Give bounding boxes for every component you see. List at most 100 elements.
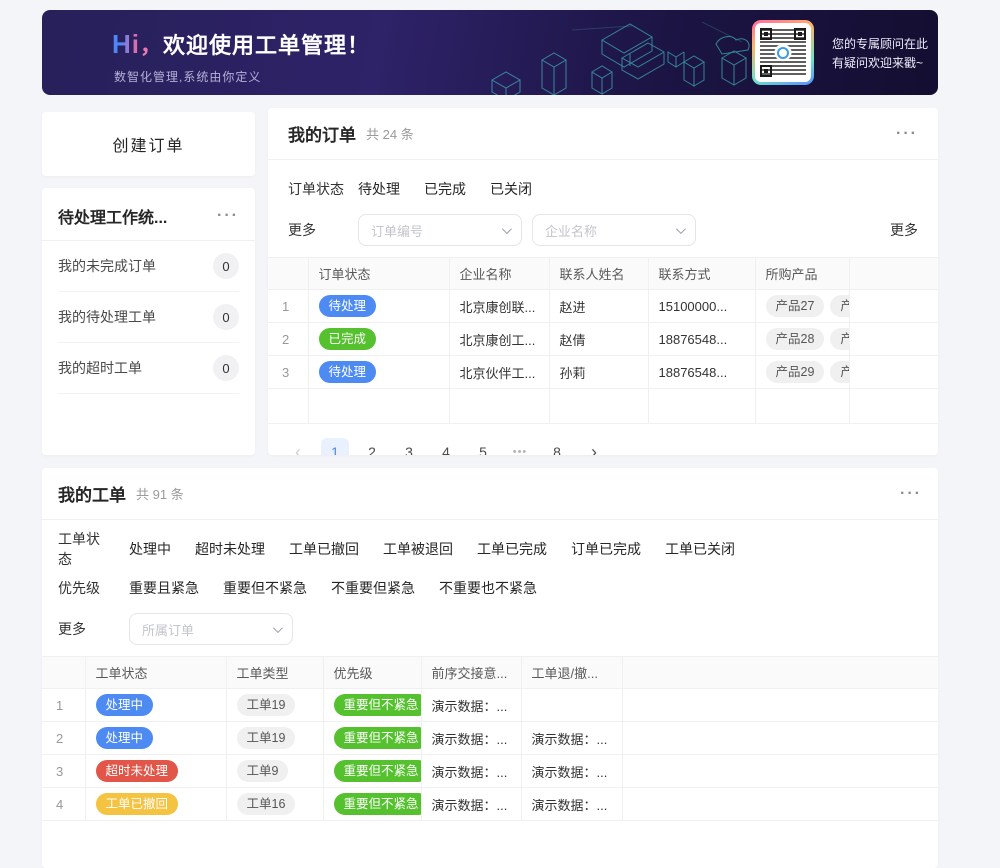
prev-page-icon[interactable]: ‹ bbox=[284, 438, 312, 455]
sidebar-item-pending-tickets[interactable]: 我的待处理工单 0 bbox=[58, 292, 239, 343]
orders-table-header-row: 订单状态 企业名称 联系人姓名 联系方式 所购产品 bbox=[268, 258, 938, 290]
chevron-down-icon bbox=[502, 224, 512, 234]
col-priority: 优先级 bbox=[323, 657, 421, 689]
priority-not-important-not-urgent[interactable]: 不重要也不紧急 bbox=[439, 578, 537, 598]
filter-option-processing[interactable]: 处理中 bbox=[129, 539, 171, 559]
qr-caption-line2: 有疑问欢迎来戳~ bbox=[832, 54, 928, 73]
col-ticket-type: 工单类型 bbox=[226, 657, 323, 689]
status-badge: 工单已撤回 bbox=[96, 793, 179, 815]
table-row[interactable]: 4 工单已撤回 工单16 重要但不紧急 演示数据：... 演示数据：... bbox=[42, 788, 938, 821]
more-filter-label: 更多 bbox=[288, 220, 350, 240]
priority-not-important-urgent[interactable]: 不重要但紧急 bbox=[331, 578, 415, 598]
count-badge: 0 bbox=[213, 253, 239, 279]
stat-label: 我的待处理工单 bbox=[58, 307, 156, 327]
row-index: 1 bbox=[42, 689, 85, 722]
banner-title: Hi，欢迎使用工单管理！ bbox=[112, 28, 370, 60]
more-icon[interactable] bbox=[900, 489, 922, 499]
my-orders-panel: 我的订单 共 24 条 订单状态 待处理 已完成 已关闭 更多 订单编号 企业名… bbox=[268, 108, 938, 455]
filter-option-withdrawn[interactable]: 工单已撤回 bbox=[289, 539, 359, 559]
table-row[interactable]: 1 待处理 北京康创联... 赵进 15100000... 产品27产品... bbox=[268, 290, 938, 323]
priority-filter-label: 优先级 bbox=[58, 578, 113, 598]
status-badge: 待处理 bbox=[319, 295, 377, 317]
filter-option-pending[interactable]: 待处理 bbox=[358, 179, 400, 199]
orders-more-link[interactable]: 更多 bbox=[890, 220, 918, 240]
table-row[interactable]: 2 处理中 工单19 重要但不紧急 演示数据：... 演示数据：... bbox=[42, 722, 938, 755]
orders-count: 共 24 条 bbox=[366, 124, 414, 143]
ticket-type-badge: 工单16 bbox=[237, 793, 296, 815]
phone-cell: 15100000... bbox=[648, 290, 755, 323]
count-badge: 0 bbox=[213, 304, 239, 330]
banner-subtitle: 数智化管理,系统由你定义 bbox=[114, 68, 261, 85]
page-button-5[interactable]: 5 bbox=[469, 438, 497, 455]
product-badge: 产品... bbox=[830, 361, 849, 383]
row-index: 3 bbox=[268, 356, 308, 389]
row-index: 3 bbox=[42, 755, 85, 788]
tickets-count: 共 91 条 bbox=[136, 484, 184, 503]
banner-hi-text: Hi bbox=[112, 29, 140, 59]
sidebar-item-unfinished-orders[interactable]: 我的未完成订单 0 bbox=[58, 241, 239, 292]
row-index: 1 bbox=[268, 290, 308, 323]
count-badge: 0 bbox=[213, 355, 239, 381]
company-name-select[interactable]: 企业名称 bbox=[532, 214, 696, 246]
col-ticket-status: 工单状态 bbox=[85, 657, 226, 689]
page-button-8[interactable]: 8 bbox=[543, 438, 571, 455]
page-ellipsis-icon[interactable]: ••• bbox=[506, 438, 534, 455]
stat-label: 我的超时工单 bbox=[58, 358, 142, 378]
filter-option-completed[interactable]: 已完成 bbox=[424, 179, 466, 199]
phone-cell: 18876548... bbox=[648, 323, 755, 356]
handover-cell: 演示数据：... bbox=[421, 788, 521, 821]
status-badge: 超时未处理 bbox=[96, 760, 179, 782]
parent-order-select[interactable]: 所属订单 bbox=[129, 613, 293, 645]
workorder-dashboard: { "banner": { "greeting_highlight": "Hi"… bbox=[0, 0, 1000, 800]
contact-cell: 赵进 bbox=[549, 290, 648, 323]
phone-cell: 18876548... bbox=[648, 356, 755, 389]
next-page-icon[interactable]: › bbox=[580, 438, 608, 455]
qr-code-pattern bbox=[755, 23, 811, 82]
tickets-table: 工单状态 工单类型 优先级 前序交接意... 工单退/撤... 1 处理中 工单… bbox=[42, 656, 938, 821]
col-contact: 联系人姓名 bbox=[549, 258, 648, 290]
filter-option-ticket-done[interactable]: 工单已完成 bbox=[477, 539, 547, 559]
page-button-2[interactable]: 2 bbox=[358, 438, 386, 455]
chevron-down-icon bbox=[676, 224, 686, 234]
more-icon[interactable] bbox=[896, 129, 918, 139]
product-badge: 产品27 bbox=[766, 295, 825, 317]
status-badge: 已完成 bbox=[319, 328, 377, 350]
filter-option-order-done[interactable]: 订单已完成 bbox=[571, 539, 641, 559]
create-order-button[interactable]: 创建订单 bbox=[42, 112, 255, 176]
more-icon[interactable] bbox=[217, 211, 239, 221]
status-badge: 处理中 bbox=[96, 694, 154, 716]
orders-table: 订单状态 企业名称 联系人姓名 联系方式 所购产品 1 待处理 北京康创联...… bbox=[268, 257, 938, 424]
ticket-status-filter-label: 工单状态 bbox=[58, 529, 113, 569]
row-index: 4 bbox=[42, 788, 85, 821]
filter-option-ticket-closed[interactable]: 工单已关闭 bbox=[665, 539, 735, 559]
status-badge: 待处理 bbox=[319, 361, 377, 383]
order-number-select[interactable]: 订单编号 bbox=[358, 214, 522, 246]
page-button-4[interactable]: 4 bbox=[432, 438, 460, 455]
page-button-1[interactable]: 1 bbox=[321, 438, 349, 455]
filter-option-overtime[interactable]: 超时未处理 bbox=[195, 539, 265, 559]
more-filter-label: 更多 bbox=[58, 619, 113, 639]
table-row[interactable]: 1 处理中 工单19 重要但不紧急 演示数据：... bbox=[42, 689, 938, 722]
page-button-3[interactable]: 3 bbox=[395, 438, 423, 455]
orders-pagination: ‹ 1 2 3 4 5 ••• 8 › bbox=[268, 424, 938, 455]
filter-option-closed[interactable]: 已关闭 bbox=[490, 179, 532, 199]
table-row[interactable]: 2 已完成 北京康创工... 赵倩 18876548... 产品28产品... bbox=[268, 323, 938, 356]
product-badge: 产品28 bbox=[766, 328, 825, 350]
qr-caption: 您的专属顾问在此 有疑问欢迎来戳~ bbox=[832, 35, 928, 73]
priority-important-urgent[interactable]: 重要且紧急 bbox=[129, 578, 199, 598]
orders-panel-title: 我的订单 bbox=[288, 121, 356, 146]
sidebar-item-overtime-tickets[interactable]: 我的超时工单 0 bbox=[58, 343, 239, 394]
order-number-placeholder: 订单编号 bbox=[371, 221, 423, 240]
priority-important-not-urgent[interactable]: 重要但不紧急 bbox=[223, 578, 307, 598]
handover-cell: 演示数据：... bbox=[421, 689, 521, 722]
table-row[interactable]: 3 待处理 北京伙伴工... 孙莉 18876548... 产品29产品... bbox=[268, 356, 938, 389]
ticket-type-badge: 工单9 bbox=[237, 760, 289, 782]
table-row[interactable]: 3 超时未处理 工单9 重要但不紧急 演示数据：... 演示数据：... bbox=[42, 755, 938, 788]
withdraw-cell: 演示数据：... bbox=[521, 788, 622, 821]
my-tickets-panel: 我的工单 共 91 条 工单状态 处理中 超时未处理 工单已撤回 工单被退回 工… bbox=[42, 468, 938, 868]
row-index: 2 bbox=[42, 722, 85, 755]
filter-option-returned[interactable]: 工单被退回 bbox=[383, 539, 453, 559]
col-products: 所购产品 bbox=[755, 258, 849, 290]
contact-cell: 孙莉 bbox=[549, 356, 648, 389]
stats-card-title: 待处理工作统... bbox=[58, 204, 167, 228]
